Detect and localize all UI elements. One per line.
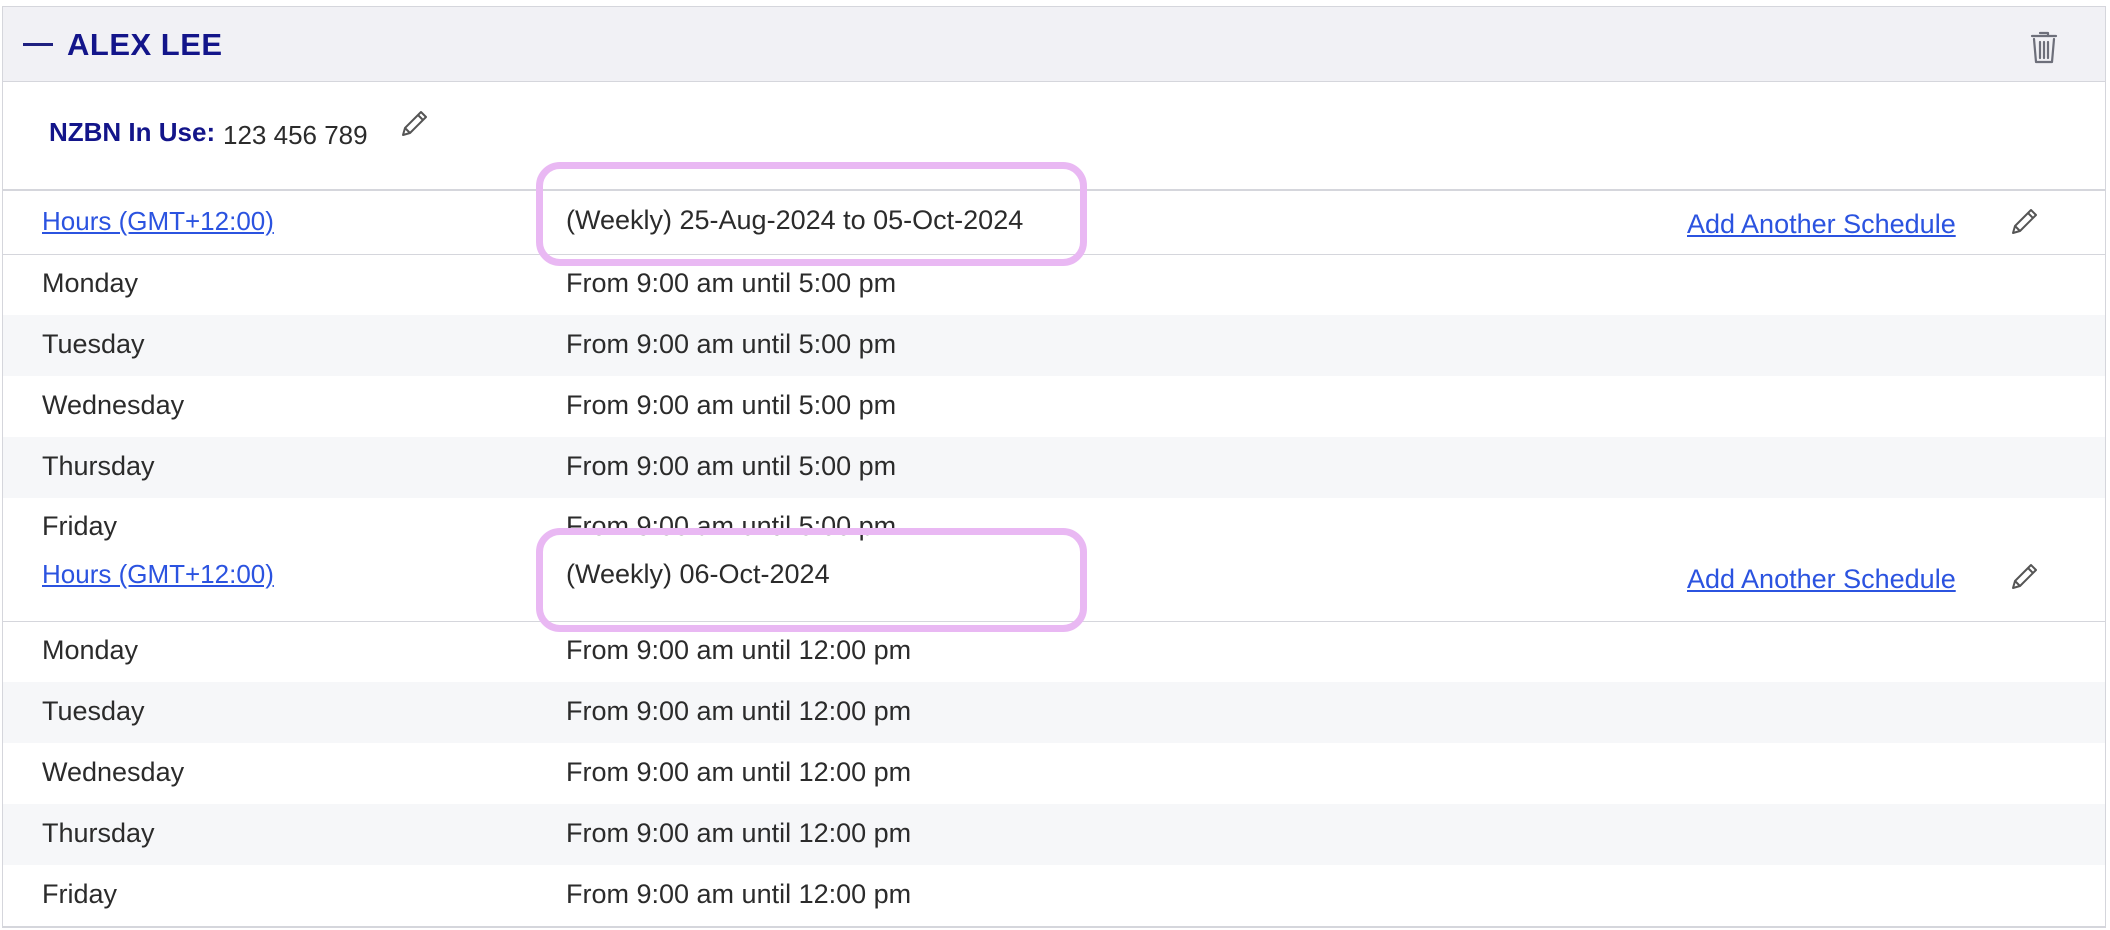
nzbn-label: NZBN In Use: [49, 117, 216, 147]
schedule-1-day-row: Friday From 9:00 am until 5:00 pm [3, 497, 2105, 558]
schedule-2-day-row: Wednesday From 9:00 am until 12:00 pm [3, 743, 2105, 804]
schedule-1-day-row: Monday From 9:00 am until 5:00 pm [3, 254, 2105, 315]
pencil-icon[interactable] [399, 107, 431, 139]
day-hours: From 9:00 am until 12:00 pm [566, 757, 912, 787]
day-hours: From 9:00 am until 5:00 pm [566, 329, 897, 359]
add-another-schedule-link[interactable]: Add Another Schedule [1687, 564, 1956, 595]
day-name: Wednesday [42, 390, 185, 420]
day-name: Monday [42, 635, 139, 665]
panel-header: ALEX LEE [3, 7, 2105, 82]
day-name: Friday [42, 511, 118, 541]
owner-panel: ALEX LEE NZBN In Use: 123 456 789 Hours [2, 6, 2106, 928]
schedule-period: (Weekly) 25-Aug-2024 to 05-Oct-2024 [566, 205, 1024, 235]
add-another-schedule-link[interactable]: Add Another Schedule [1687, 209, 1956, 240]
day-name: Thursday [42, 451, 155, 481]
day-hours: From 9:00 am until 5:00 pm [566, 390, 897, 420]
day-name: Tuesday [42, 696, 145, 726]
hours-link[interactable]: Hours (GMT+12:00) [42, 206, 274, 237]
trash-icon[interactable] [2029, 29, 2059, 65]
hours-link[interactable]: Hours (GMT+12:00) [42, 559, 274, 590]
day-hours: From 9:00 am until 12:00 pm [566, 696, 912, 726]
day-hours: From 9:00 am until 12:00 pm [566, 635, 912, 665]
day-name: Tuesday [42, 329, 145, 359]
minus-icon[interactable] [23, 43, 53, 46]
day-hours: From 9:00 am until 12:00 pm [566, 879, 912, 909]
pencil-icon[interactable] [2009, 560, 2041, 592]
day-name: Thursday [42, 818, 155, 848]
schedule-2-day-row: Monday From 9:00 am until 12:00 pm [3, 621, 2105, 682]
schedule-1-day-row: Thursday From 9:00 am until 5:00 pm [3, 437, 2105, 498]
schedule-2-day-row: Thursday From 9:00 am until 12:00 pm [3, 804, 2105, 865]
nzbn-row: NZBN In Use: 123 456 789 [3, 82, 2105, 190]
divider [3, 926, 2105, 927]
schedule-header-1: Hours (GMT+12:00) (Weekly) 25-Aug-2024 t… [3, 190, 2105, 254]
schedule-header-2: Hours (GMT+12:00) (Weekly) 06-Oct-2024 A… [3, 558, 2105, 622]
day-hours: From 9:00 am until 5:00 pm [566, 268, 897, 298]
day-name: Wednesday [42, 757, 185, 787]
schedule-period: (Weekly) 06-Oct-2024 [566, 559, 830, 589]
schedule-2-day-row: Friday From 9:00 am until 12:00 pm [3, 865, 2105, 926]
day-name: Monday [42, 268, 139, 298]
pencil-icon[interactable] [2009, 205, 2041, 237]
schedule-1-day-row: Tuesday From 9:00 am until 5:00 pm [3, 315, 2105, 376]
schedule-2-day-row: Tuesday From 9:00 am until 12:00 pm [3, 682, 2105, 743]
owner-name: ALEX LEE [67, 27, 223, 62]
schedule-1-day-row: Wednesday From 9:00 am until 5:00 pm [3, 376, 2105, 437]
day-hours: From 9:00 am until 5:00 pm [566, 451, 897, 481]
day-name: Friday [42, 879, 118, 909]
nzbn-value: 123 456 789 [223, 120, 368, 150]
day-hours: From 9:00 am until 5:00 pm [566, 511, 897, 541]
day-hours: From 9:00 am until 12:00 pm [566, 818, 912, 848]
